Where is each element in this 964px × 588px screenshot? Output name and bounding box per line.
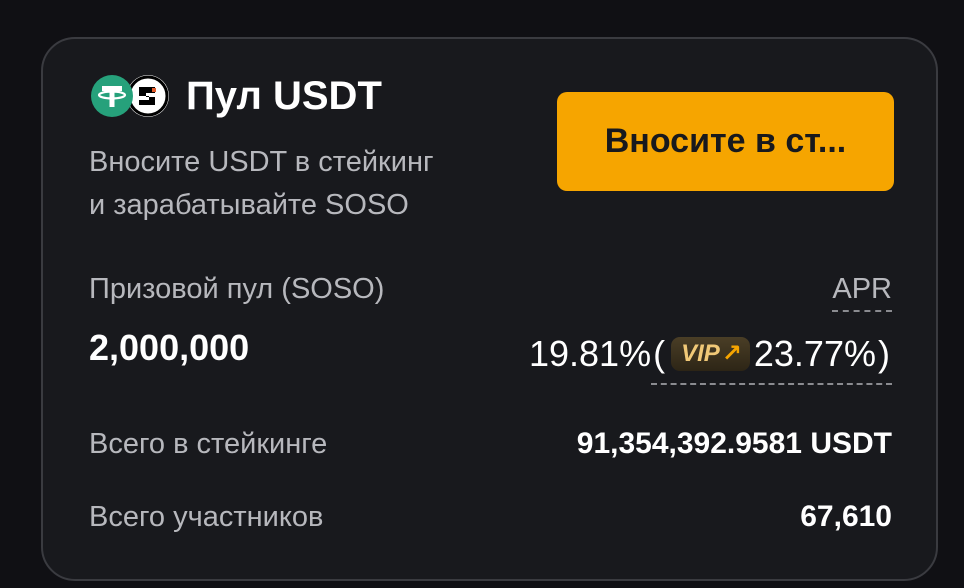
participants-label: Всего участников: [89, 501, 324, 533]
total-staked-label: Всего в стейкинге: [89, 428, 328, 460]
pool-description: Вносите USDT в стейкинг и зарабатывайте …: [89, 141, 509, 227]
pool-coin-icons: [91, 75, 173, 117]
vip-apr-value: 23.77%: [753, 333, 876, 374]
vip-label: VIP: [681, 340, 720, 367]
stake-button[interactable]: Вносите в ст...: [557, 92, 894, 191]
description-line-1: Вносите USDT в стейкинг: [89, 146, 434, 178]
soso-coin-icon: [127, 75, 169, 117]
arrow-up-icon: ↗: [721, 340, 742, 367]
apr-values: 19.81% ( VIP ↗ 23.77% ): [529, 323, 892, 385]
paren-close: ): [878, 333, 890, 374]
pool-title: Пул USDT: [186, 74, 382, 118]
usdt-coin-icon: [91, 75, 133, 117]
participants-value: 67,610: [800, 500, 892, 533]
apr-label[interactable]: APR: [832, 269, 892, 312]
total-staked-value: 91,354,392.9581 USDT: [576, 427, 892, 460]
description-line-2: и зарабатывайте SOSO: [89, 189, 409, 221]
staking-pool-card[interactable]: Пул USDT Вносите USDT в стейкинг и зараб…: [41, 37, 938, 581]
prize-pool-label: Призовой пул (SOSO): [89, 273, 385, 305]
vip-badge: VIP ↗: [671, 337, 750, 371]
vip-apr-tooltip-trigger[interactable]: ( VIP ↗ 23.77% ): [651, 331, 892, 385]
prize-pool-value: 2,000,000: [89, 327, 250, 368]
apr-value: 19.81%: [528, 333, 652, 374]
paren-open: (: [653, 333, 666, 374]
